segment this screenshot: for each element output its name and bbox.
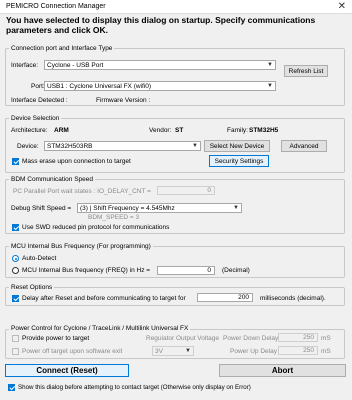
title-bar: PEMICRO Connection Manager ✕ [0,0,352,14]
family-label: Family: [227,127,248,134]
reset-group-label: Reset Options [9,284,55,291]
power-up-input[interactable]: 250 [278,346,318,355]
swd-checkbox[interactable] [12,224,19,231]
shift-speed-value: (3) | Shift Frequency = 4.545Mhz [80,205,175,212]
connect-reset-button[interactable]: Connect (Reset) [5,364,129,377]
voltage-value: 3V [155,348,163,355]
chevron-down-icon: ▼ [267,83,273,89]
vendor-label: Vendor: [149,127,172,134]
advanced-button[interactable]: Advanced [281,140,327,152]
window-title: PEMICRO Connection Manager [6,3,106,10]
regulator-voltage-label: Regulator Output Voltage [146,335,219,342]
headline: You have selected to display this dialog… [6,15,316,35]
bdm-speed-text: BDM_SPEED = 3 [88,214,140,221]
mass-erase-label: Mass erase upon connection to target [22,158,131,165]
interface-value: Cyclone - USB Port [47,62,104,69]
mcu-group-label: MCU Internal Bus Frequency (For programm… [9,243,153,250]
reset-delay-unit: milliseconds (decimal). [260,295,326,302]
provide-power-label: Provide power to target [22,335,90,342]
architecture-value: ARM [54,127,69,134]
device-value: STM32H503RB [47,143,93,150]
chevron-down-icon: ▼ [267,62,273,68]
auto-detect-radio[interactable] [12,255,19,262]
refresh-list-button[interactable]: Refresh List [284,65,328,77]
power-group-label: Power Control for Cyclone / TraceLink / … [9,325,191,332]
power-off-checkbox[interactable] [12,348,19,355]
power-down-label: Power Down Delay [223,335,279,342]
interface-detected-label: Interface Detected : [11,97,68,104]
security-settings-button[interactable]: Security Settings [209,155,269,167]
pc-wait-label: PC Parallel Port wait states : IO_DELAY_… [13,188,151,195]
shift-speed-label: Debug Shift Speed = [11,205,72,212]
close-icon[interactable]: ✕ [338,1,346,13]
bdm-group-label: BDM Communication Speed [9,176,96,183]
power-up-unit: mS [321,348,331,355]
device-label: Device: [17,143,39,150]
show-dialog-checkbox[interactable] [8,384,15,391]
mcu-frequency-label: MCU Internal Bus frequency (FREQ) in Hz … [22,267,151,274]
device-group-label: Device Selection [9,115,62,122]
power-off-label: Power off target upon software exit [22,348,123,355]
reset-delay-input[interactable]: 200 [197,293,253,302]
connection-group-label: Connection port and Interface Type [9,45,115,52]
voltage-select[interactable]: 3V ▼ [152,346,194,356]
power-down-unit: mS [321,335,331,342]
chevron-down-icon: ▼ [233,205,239,211]
architecture-label: Architecture: [11,127,48,134]
reset-delay-label: Delay after Reset and before communicati… [22,295,186,302]
family-value: STM32H5 [249,127,279,134]
reset-delay-checkbox[interactable] [12,295,19,302]
pc-wait-input[interactable]: 0 [157,186,215,195]
shift-speed-select[interactable]: (3) | Shift Frequency = 4.545Mhz ▼ [77,203,242,213]
abort-button[interactable]: Abort [219,364,346,377]
port-value: USB1 : Cyclone Universal FX (wifi0) [47,83,152,90]
mcu-frequency-radio[interactable] [12,267,19,274]
port-select[interactable]: USB1 : Cyclone Universal FX (wifi0) ▼ [44,81,276,91]
power-down-input[interactable]: 250 [278,333,318,342]
interface-label: Interface: [11,62,39,69]
power-up-label: Power Up Delay [230,348,277,355]
mass-erase-checkbox[interactable] [12,158,19,165]
port-label: Port: [31,83,45,90]
firmware-version-label: Firmware Version : [96,97,151,104]
mcu-frequency-input[interactable]: 0 [157,266,215,275]
interface-select[interactable]: Cyclone - USB Port ▼ [44,60,276,70]
auto-detect-label: Auto-Detect [22,255,57,262]
chevron-down-icon: ▼ [185,348,191,354]
chevron-down-icon: ▼ [192,143,198,149]
vendor-value: ST [175,127,184,134]
swd-label: Use SWD reduced pin protocol for communi… [22,224,170,231]
show-dialog-label: Show this dialog before attempting to co… [18,384,251,391]
decimal-label: (Decimal) [222,267,250,274]
device-select[interactable]: STM32H503RB ▼ [44,141,201,151]
select-new-device-button[interactable]: Select New Device [204,140,270,152]
provide-power-checkbox[interactable] [12,335,19,342]
